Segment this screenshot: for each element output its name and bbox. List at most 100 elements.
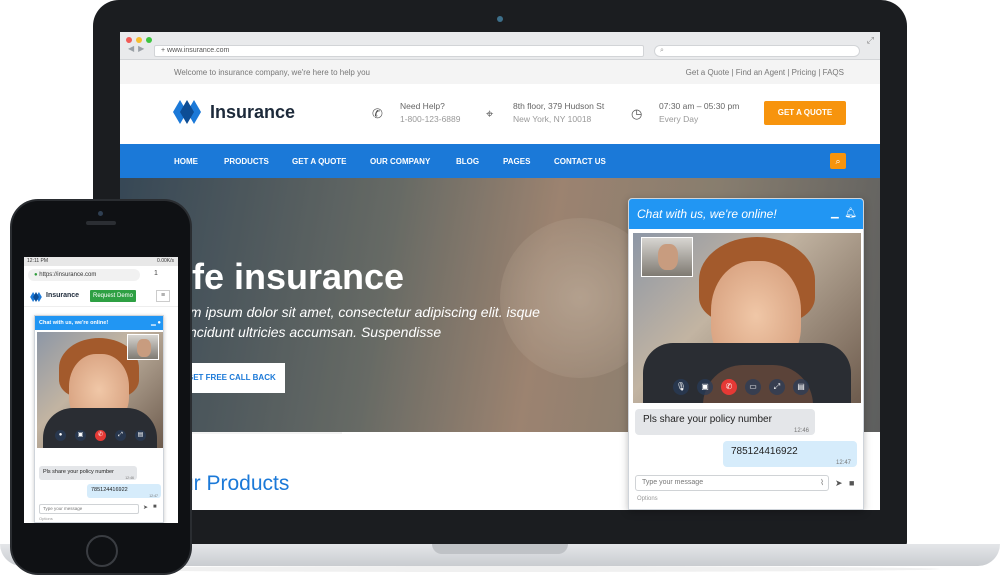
search-icon[interactable]: ⌕ xyxy=(830,153,846,169)
tabs-icon[interactable]: 1 xyxy=(154,270,158,277)
phone-end-call-icon[interactable]: ✆ xyxy=(95,430,106,441)
help-phone[interactable]: 1-800-123-6889 xyxy=(400,113,461,126)
self-view-face xyxy=(658,244,678,270)
fullscreen-toggle-icon[interactable]: ⤢ xyxy=(769,379,785,395)
location-pin-icon: ⌖ xyxy=(486,106,494,121)
phone-video-icon[interactable]: ■ xyxy=(153,504,157,510)
laptop-shadow xyxy=(60,566,940,572)
phone-screen: 12:11 PM 0.00K/s ● https://insurance.com… xyxy=(24,257,178,523)
hero-title: ife insurance xyxy=(182,256,405,297)
phone-status-bar: 12:11 PM 0.00K/s xyxy=(24,257,178,266)
address-info: 8th floor, 379 Hudson St New York, NY 10… xyxy=(513,100,604,126)
brand-name[interactable]: Insurance xyxy=(210,102,295,123)
video-call: 🎙︎ ▣ ✆ ▭ ⤢ ▤ xyxy=(633,233,861,403)
close-window-dot[interactable] xyxy=(126,37,132,43)
products-heading: ur Products xyxy=(182,472,290,495)
phone-chat-icon[interactable]: ▤ xyxy=(135,430,146,441)
address-bar[interactable]: + www.insurance.com xyxy=(154,45,644,57)
phone-site-header: Insurance Request Demo ≡ xyxy=(24,285,178,307)
video-icon[interactable]: ■ xyxy=(849,478,854,488)
self-view-thumbnail[interactable] xyxy=(641,237,693,277)
phone-call-controls: ● ▣ ✆ ⤢ ▤ xyxy=(51,430,151,442)
phone-minimize-icon[interactable]: ▁ xyxy=(151,320,156,326)
topbar-links[interactable]: Get a Quote | Find an Agent | Pricing | … xyxy=(686,68,844,77)
phone-outgoing-message: 785124416922 12:47 xyxy=(87,484,161,498)
logo-icon[interactable] xyxy=(173,100,201,124)
phone-mic-icon[interactable]: ● xyxy=(55,430,66,441)
phone-bell-icon[interactable]: ● xyxy=(157,320,161,326)
phone-chat-title: Chat with us, we're online! xyxy=(39,320,109,326)
address-line1: 8th floor, 379 Hudson St xyxy=(513,101,605,111)
outgoing-message: 785124416922 12:47 xyxy=(723,441,857,467)
status-speed: 0.00K/s xyxy=(157,258,174,264)
phone-video-call: ● ▣ ✆ ⤢ ▤ xyxy=(37,332,163,448)
fullscreen-icon[interactable]: ⤢ xyxy=(867,35,874,46)
phone-send-icon[interactable]: ➤ xyxy=(143,504,148,511)
minimize-icon[interactable]: ▁ xyxy=(831,208,839,219)
phone-chat-widget: Chat with us, we're online! ▁ ● ● ▣ ✆ ⤢ … xyxy=(34,315,164,523)
hamburger-menu-icon[interactable]: ≡ xyxy=(156,290,170,302)
maximize-window-dot[interactable] xyxy=(146,37,152,43)
phone-input-placeholder: Type your message xyxy=(43,506,83,511)
options-link[interactable]: Options xyxy=(637,496,658,502)
chat-icon[interactable]: ▤ xyxy=(793,379,809,395)
phone-camera-icon[interactable]: ▣ xyxy=(75,430,86,441)
outgoing-message-time: 12:47 xyxy=(835,460,851,466)
nav-blog[interactable]: BLOG xyxy=(456,157,479,166)
hero-subtitle: em ipsum dolor sit amet, consectetur adi… xyxy=(182,304,540,340)
mic-icon[interactable]: 🎙︎ xyxy=(673,379,689,395)
phone-fullscreen-icon[interactable]: ⤢ xyxy=(115,430,126,441)
phone-logo-icon[interactable] xyxy=(30,292,42,302)
screen-share-icon[interactable]: ▭ xyxy=(745,379,761,395)
help-title: Need Help? xyxy=(400,101,445,111)
chat-widget: Chat with us, we're online! ▁ 🔔︎ 🎙︎ ▣ ✆ … xyxy=(628,198,864,510)
phone-self-view[interactable] xyxy=(127,334,159,360)
phone-icon: ✆ xyxy=(372,106,383,121)
back-forward-icon[interactable]: ◀▶ xyxy=(128,44,148,53)
site-header: Insurance ✆ Need Help? 1-800-123-6889 ⌖ … xyxy=(120,84,880,144)
send-icon[interactable]: ➤ xyxy=(835,478,843,489)
browser-chrome: ◀▶ + www.insurance.com ⌕ ⤢ xyxy=(120,32,880,60)
main-nav: HOME PRODUCTS GET A QUOTE OUR COMPANY BL… xyxy=(120,144,880,178)
laptop-camera xyxy=(497,16,503,22)
request-demo-button[interactable]: Request Demo xyxy=(90,290,136,302)
browser-search-input[interactable]: ⌕ xyxy=(654,45,860,57)
minimize-window-dot[interactable] xyxy=(136,37,142,43)
phone-message-input[interactable]: Type your message xyxy=(39,504,139,514)
call-controls: 🎙︎ ▣ ✆ ▭ ⤢ ▤ xyxy=(673,379,823,397)
welcome-text: Welcome to insurance company, we're here… xyxy=(174,68,370,77)
phone-chat-header[interactable]: Chat with us, we're online! ▁ ● xyxy=(35,316,163,330)
phone-options-link[interactable]: Options xyxy=(39,516,53,521)
nav-our-company[interactable]: OUR COMPANY xyxy=(370,157,430,166)
phone-agent-chair xyxy=(43,408,157,448)
nav-home[interactable]: HOME xyxy=(174,157,198,166)
phone-speaker xyxy=(86,221,116,225)
get-quote-button[interactable]: GET A QUOTE xyxy=(764,101,846,125)
chat-header-title: Chat with us, we're online! xyxy=(637,207,777,221)
chat-header[interactable]: Chat with us, we're online! ▁ 🔔︎ xyxy=(629,199,863,229)
phone-incoming-message: Pls share your policy number 12:46 xyxy=(39,466,137,480)
incoming-message-text: Pls share your policy number xyxy=(643,414,772,425)
phone-outgoing-text: 785124416922 xyxy=(91,487,128,493)
phone-brand-name[interactable]: Insurance xyxy=(46,292,79,299)
phone-incoming-text: Pls share your policy number xyxy=(43,469,114,475)
attach-icon[interactable]: ⌇ xyxy=(820,476,824,490)
phone-incoming-time: 12:46 xyxy=(125,476,134,480)
outgoing-message-text: 785124416922 xyxy=(731,446,798,457)
nav-get-a-quote[interactable]: GET A QUOTE xyxy=(292,157,347,166)
message-input-placeholder: Type your message xyxy=(642,479,704,486)
phone-url: https://insurance.com xyxy=(39,272,97,278)
nav-pages[interactable]: PAGES xyxy=(503,157,530,166)
bell-icon[interactable]: 🔔︎ xyxy=(844,208,857,219)
camera-icon[interactable]: ▣ xyxy=(697,379,713,395)
chat-header-controls: ▁ 🔔︎ xyxy=(831,199,857,229)
free-call-back-button[interactable]: GET FREE CALL BACK xyxy=(175,363,285,393)
message-input[interactable]: Type your message ⌇ xyxy=(635,475,829,491)
nav-products[interactable]: PRODUCTS xyxy=(224,157,269,166)
phone-address-bar[interactable]: ● https://insurance.com xyxy=(28,269,140,281)
incoming-message-time: 12:46 xyxy=(793,428,809,434)
nav-contact-us[interactable]: CONTACT US xyxy=(554,157,606,166)
home-button[interactable] xyxy=(86,535,118,567)
end-call-icon[interactable]: ✆ xyxy=(721,379,737,395)
phone-frame: 12:11 PM 0.00K/s ● https://insurance.com… xyxy=(12,201,190,573)
